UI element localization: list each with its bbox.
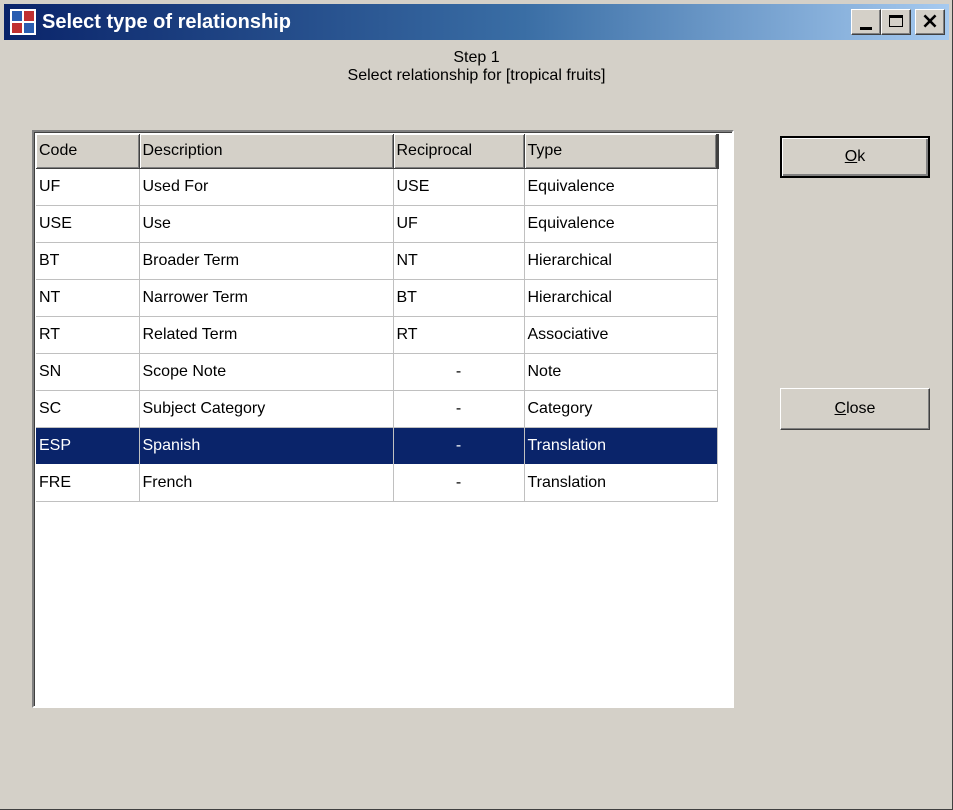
column-header-type[interactable]: Type bbox=[524, 134, 719, 169]
minimize-button[interactable] bbox=[851, 9, 881, 35]
ok-label-rest: k bbox=[857, 148, 866, 165]
cell-description: Narrower Term bbox=[139, 279, 394, 317]
step-title: Step 1 bbox=[453, 49, 500, 66]
cell-type: Equivalence bbox=[524, 168, 718, 206]
close-mnemonic: C bbox=[834, 400, 847, 417]
cell-type: Hierarchical bbox=[524, 242, 718, 280]
cell-description: Use bbox=[139, 205, 394, 243]
cell-description: Scope Note bbox=[139, 353, 394, 391]
cell-reciprocal: - bbox=[393, 353, 525, 391]
close-button[interactable]: Close bbox=[780, 388, 930, 430]
cell-reciprocal: - bbox=[393, 427, 525, 465]
cell-reciprocal: RT bbox=[393, 316, 525, 354]
cell-code: USE bbox=[36, 205, 140, 243]
close-label-rest: lose bbox=[846, 400, 876, 417]
cell-type: Category bbox=[524, 390, 718, 428]
cell-code: SN bbox=[36, 353, 140, 391]
minimize-icon bbox=[860, 27, 872, 30]
cell-code: ESP bbox=[36, 427, 140, 465]
cell-reciprocal: NT bbox=[393, 242, 525, 280]
ok-button[interactable]: Ok bbox=[780, 136, 930, 178]
cell-code: NT bbox=[36, 279, 140, 317]
cell-reciprocal: BT bbox=[393, 279, 525, 317]
step-subtitle: Select relationship for [tropical fruits… bbox=[347, 67, 606, 84]
table-row[interactable]: RT Related Term RT Associative bbox=[36, 316, 718, 354]
table-row[interactable]: SN Scope Note - Note bbox=[36, 353, 718, 391]
cell-code: FRE bbox=[36, 464, 140, 502]
table-row[interactable]: BT Broader Term NT Hierarchical bbox=[36, 242, 718, 280]
table-header-row: Code Description Reciprocal Type bbox=[36, 134, 719, 169]
cell-code: RT bbox=[36, 316, 140, 354]
table-row[interactable]: FRE French - Translation bbox=[36, 464, 718, 502]
table-row[interactable]: USE Use UF Equivalence bbox=[36, 205, 718, 243]
cell-description: Spanish bbox=[139, 427, 394, 465]
cell-description: Used For bbox=[139, 168, 394, 206]
cell-description: Related Term bbox=[139, 316, 394, 354]
ok-mnemonic: O bbox=[844, 148, 858, 165]
cell-reciprocal: - bbox=[393, 390, 525, 428]
cell-code: SC bbox=[36, 390, 140, 428]
column-header-description[interactable]: Description bbox=[139, 134, 394, 169]
cell-reciprocal: - bbox=[393, 464, 525, 502]
title-bar[interactable]: Select type of relationship × bbox=[4, 4, 949, 40]
cell-reciprocal: USE bbox=[393, 168, 525, 206]
table-row-selected[interactable]: ESP Spanish - Translation bbox=[36, 427, 718, 465]
cell-type: Translation bbox=[524, 427, 718, 465]
cell-description: French bbox=[139, 464, 394, 502]
table-row[interactable]: NT Narrower Term BT Hierarchical bbox=[36, 279, 718, 317]
cell-description: Broader Term bbox=[139, 242, 394, 280]
table-row[interactable]: UF Used For USE Equivalence bbox=[36, 168, 718, 206]
window-title: Select type of relationship bbox=[42, 11, 291, 33]
cell-type: Equivalence bbox=[524, 205, 718, 243]
close-icon: × bbox=[920, 9, 940, 34]
cell-type: Associative bbox=[524, 316, 718, 354]
cell-type: Hierarchical bbox=[524, 279, 718, 317]
table-row[interactable]: SC Subject Category - Category bbox=[36, 390, 718, 428]
column-header-code[interactable]: Code bbox=[36, 134, 140, 169]
cell-code: UF bbox=[36, 168, 140, 206]
relationship-list[interactable]: Code Description Reciprocal Type UF Used… bbox=[32, 130, 734, 708]
cell-description: Subject Category bbox=[139, 390, 394, 428]
relationship-table: Code Description Reciprocal Type UF Used… bbox=[36, 134, 719, 502]
cell-code: BT bbox=[36, 242, 140, 280]
cell-type: Translation bbox=[524, 464, 718, 502]
column-header-reciprocal[interactable]: Reciprocal bbox=[393, 134, 525, 169]
maximize-icon bbox=[889, 15, 903, 27]
maximize-button[interactable] bbox=[881, 9, 911, 35]
app-icon bbox=[10, 9, 36, 35]
cell-type: Note bbox=[524, 353, 718, 391]
cell-reciprocal: UF bbox=[393, 205, 525, 243]
dialog-window: Select type of relationship × Step 1 Sel… bbox=[0, 0, 953, 810]
close-window-button[interactable]: × bbox=[915, 9, 945, 35]
